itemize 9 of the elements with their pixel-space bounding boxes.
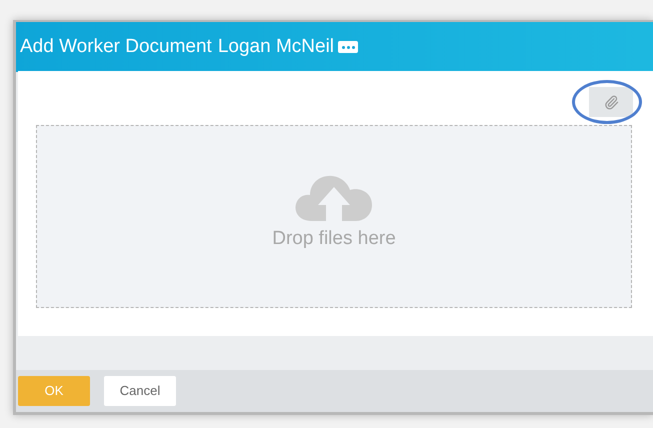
drop-zone[interactable]: Drop files here [36, 125, 632, 308]
ok-button[interactable]: OK [18, 376, 90, 406]
paperclip-icon [604, 94, 618, 110]
attach-button[interactable] [589, 87, 633, 117]
more-icon[interactable] [338, 41, 358, 53]
worker-name: Logan McNeil [218, 34, 334, 59]
drop-label: Drop files here [272, 227, 396, 252]
dialog-title: Add Worker Document [20, 34, 212, 59]
cancel-button[interactable]: Cancel [104, 376, 176, 406]
